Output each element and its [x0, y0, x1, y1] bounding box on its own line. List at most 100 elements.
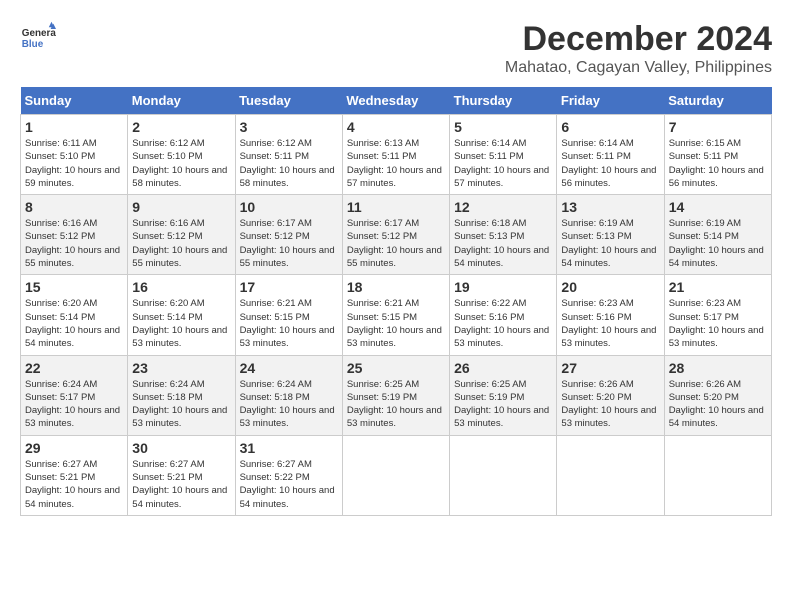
day-info: Sunrise: 6:24 AM Sunset: 5:17 PM Dayligh… [25, 378, 123, 431]
day-number: 31 [240, 440, 338, 456]
day-info: Sunrise: 6:27 AM Sunset: 5:22 PM Dayligh… [240, 458, 338, 511]
calendar-cell: 28 Sunrise: 6:26 AM Sunset: 5:20 PM Dayl… [664, 355, 771, 435]
day-info: Sunrise: 6:12 AM Sunset: 5:11 PM Dayligh… [240, 137, 338, 190]
calendar-cell [342, 435, 449, 515]
day-info: Sunrise: 6:14 AM Sunset: 5:11 PM Dayligh… [561, 137, 659, 190]
col-sunday: Sunday [21, 87, 128, 115]
calendar-week-5: 29 Sunrise: 6:27 AM Sunset: 5:21 PM Dayl… [21, 435, 772, 515]
subtitle: Mahatao, Cagayan Valley, Philippines [505, 59, 772, 77]
calendar-cell: 22 Sunrise: 6:24 AM Sunset: 5:17 PM Dayl… [21, 355, 128, 435]
day-number: 28 [669, 360, 767, 376]
day-info: Sunrise: 6:26 AM Sunset: 5:20 PM Dayligh… [561, 378, 659, 431]
day-number: 15 [25, 279, 123, 295]
title-section: December 2024 Mahatao, Cagayan Valley, P… [505, 20, 772, 77]
col-friday: Friday [557, 87, 664, 115]
day-info: Sunrise: 6:20 AM Sunset: 5:14 PM Dayligh… [25, 297, 123, 350]
main-title: December 2024 [505, 20, 772, 59]
calendar-cell: 5 Sunrise: 6:14 AM Sunset: 5:11 PM Dayli… [450, 115, 557, 195]
calendar-table: Sunday Monday Tuesday Wednesday Thursday… [20, 87, 772, 516]
header-row: Sunday Monday Tuesday Wednesday Thursday… [21, 87, 772, 115]
day-info: Sunrise: 6:24 AM Sunset: 5:18 PM Dayligh… [132, 378, 230, 431]
calendar-cell: 31 Sunrise: 6:27 AM Sunset: 5:22 PM Dayl… [235, 435, 342, 515]
calendar-cell: 4 Sunrise: 6:13 AM Sunset: 5:11 PM Dayli… [342, 115, 449, 195]
calendar-cell: 29 Sunrise: 6:27 AM Sunset: 5:21 PM Dayl… [21, 435, 128, 515]
calendar-body: 1 Sunrise: 6:11 AM Sunset: 5:10 PM Dayli… [21, 115, 772, 516]
calendar-week-2: 8 Sunrise: 6:16 AM Sunset: 5:12 PM Dayli… [21, 195, 772, 275]
day-info: Sunrise: 6:17 AM Sunset: 5:12 PM Dayligh… [240, 217, 338, 270]
calendar-cell: 10 Sunrise: 6:17 AM Sunset: 5:12 PM Dayl… [235, 195, 342, 275]
col-thursday: Thursday [450, 87, 557, 115]
day-number: 5 [454, 119, 552, 135]
day-info: Sunrise: 6:25 AM Sunset: 5:19 PM Dayligh… [347, 378, 445, 431]
day-info: Sunrise: 6:17 AM Sunset: 5:12 PM Dayligh… [347, 217, 445, 270]
day-number: 1 [25, 119, 123, 135]
col-saturday: Saturday [664, 87, 771, 115]
calendar-cell: 19 Sunrise: 6:22 AM Sunset: 5:16 PM Dayl… [450, 275, 557, 355]
day-number: 23 [132, 360, 230, 376]
calendar-cell: 14 Sunrise: 6:19 AM Sunset: 5:14 PM Dayl… [664, 195, 771, 275]
calendar-cell: 7 Sunrise: 6:15 AM Sunset: 5:11 PM Dayli… [664, 115, 771, 195]
calendar-cell: 15 Sunrise: 6:20 AM Sunset: 5:14 PM Dayl… [21, 275, 128, 355]
day-number: 13 [561, 199, 659, 215]
calendar-week-4: 22 Sunrise: 6:24 AM Sunset: 5:17 PM Dayl… [21, 355, 772, 435]
calendar-cell: 3 Sunrise: 6:12 AM Sunset: 5:11 PM Dayli… [235, 115, 342, 195]
day-info: Sunrise: 6:19 AM Sunset: 5:13 PM Dayligh… [561, 217, 659, 270]
logo: General Blue [20, 20, 56, 56]
calendar-cell: 20 Sunrise: 6:23 AM Sunset: 5:16 PM Dayl… [557, 275, 664, 355]
day-number: 8 [25, 199, 123, 215]
calendar-cell [664, 435, 771, 515]
calendar-cell: 18 Sunrise: 6:21 AM Sunset: 5:15 PM Dayl… [342, 275, 449, 355]
col-wednesday: Wednesday [342, 87, 449, 115]
day-info: Sunrise: 6:21 AM Sunset: 5:15 PM Dayligh… [347, 297, 445, 350]
day-info: Sunrise: 6:15 AM Sunset: 5:11 PM Dayligh… [669, 137, 767, 190]
day-number: 18 [347, 279, 445, 295]
day-number: 20 [561, 279, 659, 295]
calendar-cell: 25 Sunrise: 6:25 AM Sunset: 5:19 PM Dayl… [342, 355, 449, 435]
day-number: 30 [132, 440, 230, 456]
day-number: 19 [454, 279, 552, 295]
day-number: 6 [561, 119, 659, 135]
day-number: 7 [669, 119, 767, 135]
day-info: Sunrise: 6:11 AM Sunset: 5:10 PM Dayligh… [25, 137, 123, 190]
day-number: 14 [669, 199, 767, 215]
day-number: 3 [240, 119, 338, 135]
day-info: Sunrise: 6:23 AM Sunset: 5:17 PM Dayligh… [669, 297, 767, 350]
day-number: 11 [347, 199, 445, 215]
calendar-week-1: 1 Sunrise: 6:11 AM Sunset: 5:10 PM Dayli… [21, 115, 772, 195]
svg-text:General: General [22, 28, 56, 39]
day-info: Sunrise: 6:18 AM Sunset: 5:13 PM Dayligh… [454, 217, 552, 270]
day-info: Sunrise: 6:22 AM Sunset: 5:16 PM Dayligh… [454, 297, 552, 350]
day-number: 9 [132, 199, 230, 215]
calendar-cell: 12 Sunrise: 6:18 AM Sunset: 5:13 PM Dayl… [450, 195, 557, 275]
calendar-cell [557, 435, 664, 515]
day-info: Sunrise: 6:23 AM Sunset: 5:16 PM Dayligh… [561, 297, 659, 350]
calendar-cell: 23 Sunrise: 6:24 AM Sunset: 5:18 PM Dayl… [128, 355, 235, 435]
calendar-cell: 9 Sunrise: 6:16 AM Sunset: 5:12 PM Dayli… [128, 195, 235, 275]
col-tuesday: Tuesday [235, 87, 342, 115]
day-number: 16 [132, 279, 230, 295]
day-info: Sunrise: 6:12 AM Sunset: 5:10 PM Dayligh… [132, 137, 230, 190]
svg-text:Blue: Blue [22, 39, 44, 50]
calendar-week-3: 15 Sunrise: 6:20 AM Sunset: 5:14 PM Dayl… [21, 275, 772, 355]
day-number: 4 [347, 119, 445, 135]
day-number: 27 [561, 360, 659, 376]
day-info: Sunrise: 6:27 AM Sunset: 5:21 PM Dayligh… [132, 458, 230, 511]
day-info: Sunrise: 6:26 AM Sunset: 5:20 PM Dayligh… [669, 378, 767, 431]
day-info: Sunrise: 6:16 AM Sunset: 5:12 PM Dayligh… [25, 217, 123, 270]
day-info: Sunrise: 6:14 AM Sunset: 5:11 PM Dayligh… [454, 137, 552, 190]
day-number: 10 [240, 199, 338, 215]
day-number: 26 [454, 360, 552, 376]
day-number: 22 [25, 360, 123, 376]
calendar-cell: 21 Sunrise: 6:23 AM Sunset: 5:17 PM Dayl… [664, 275, 771, 355]
col-monday: Monday [128, 87, 235, 115]
day-number: 12 [454, 199, 552, 215]
day-info: Sunrise: 6:24 AM Sunset: 5:18 PM Dayligh… [240, 378, 338, 431]
calendar-cell: 30 Sunrise: 6:27 AM Sunset: 5:21 PM Dayl… [128, 435, 235, 515]
calendar-cell: 2 Sunrise: 6:12 AM Sunset: 5:10 PM Dayli… [128, 115, 235, 195]
calendar-cell: 16 Sunrise: 6:20 AM Sunset: 5:14 PM Dayl… [128, 275, 235, 355]
calendar-cell: 17 Sunrise: 6:21 AM Sunset: 5:15 PM Dayl… [235, 275, 342, 355]
calendar-cell: 11 Sunrise: 6:17 AM Sunset: 5:12 PM Dayl… [342, 195, 449, 275]
calendar-cell: 27 Sunrise: 6:26 AM Sunset: 5:20 PM Dayl… [557, 355, 664, 435]
day-number: 25 [347, 360, 445, 376]
day-number: 29 [25, 440, 123, 456]
